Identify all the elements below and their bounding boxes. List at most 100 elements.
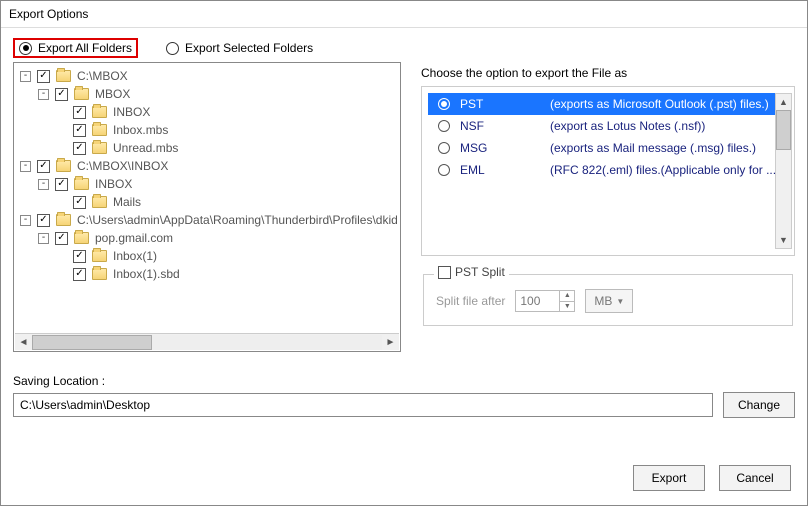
tree-item-label: pop.gmail.com xyxy=(95,231,173,245)
tree-checkbox[interactable] xyxy=(73,106,86,119)
radio-icon xyxy=(19,42,32,55)
export-selected-folders-radio[interactable]: Export Selected Folders xyxy=(160,38,319,58)
pst-split-group: PST Split Split file after 100 ▲ ▼ MB ▼ xyxy=(423,274,793,326)
tree-checkbox[interactable] xyxy=(73,124,86,137)
scroll-up-icon[interactable]: ▲ xyxy=(776,94,791,110)
format-name: NSF xyxy=(460,119,540,133)
collapse-icon[interactable]: - xyxy=(20,215,31,226)
scroll-right-icon[interactable]: ► xyxy=(382,335,399,350)
tree-checkbox[interactable] xyxy=(37,160,50,173)
tree-row[interactable]: Unread.mbs xyxy=(16,139,398,157)
export-selected-folders-label: Export Selected Folders xyxy=(185,41,313,55)
tree-item-label: INBOX xyxy=(113,105,150,119)
format-desc: (RFC 822(.eml) files.(Applicable only fo… xyxy=(550,163,782,177)
tree-row[interactable]: Inbox(1) xyxy=(16,247,398,265)
split-unit-label: MB xyxy=(594,294,612,308)
pst-split-legend-label: PST Split xyxy=(455,265,505,279)
format-option-nsf[interactable]: NSF (export as Lotus Notes (.nsf)) xyxy=(428,115,788,137)
radio-icon xyxy=(438,98,450,110)
tree-row[interactable]: INBOX xyxy=(16,103,398,121)
format-desc: (exports as Microsoft Outlook (.pst) fil… xyxy=(550,97,782,111)
folder-icon xyxy=(56,214,71,226)
format-option-eml[interactable]: EML (RFC 822(.eml) files.(Applicable only… xyxy=(428,159,788,181)
tree-checkbox[interactable] xyxy=(55,88,68,101)
folder-icon xyxy=(92,268,107,280)
format-list-box: PST(exports as Microsoft Outlook (.pst) … xyxy=(421,86,795,256)
tree-item-label: C:\Users\admin\AppData\Roaming\Thunderbi… xyxy=(77,213,398,227)
folder-icon xyxy=(56,160,71,172)
tree-row[interactable]: Mails xyxy=(16,193,398,211)
tree-item-label: Mails xyxy=(113,195,141,209)
folder-icon xyxy=(56,70,71,82)
split-file-after-label: Split file after xyxy=(436,294,505,308)
tree-checkbox[interactable] xyxy=(37,70,50,83)
tree-item-label: Unread.mbs xyxy=(113,141,178,155)
export-all-folders-radio[interactable]: Export All Folders xyxy=(13,38,138,58)
tree-item-label: Inbox.mbs xyxy=(113,123,168,137)
tree-row[interactable]: - C:\MBOX\INBOX xyxy=(16,157,398,175)
tree-item-label: Inbox(1) xyxy=(113,249,157,263)
scroll-down-icon[interactable]: ▼ xyxy=(776,232,791,248)
tree-horizontal-scrollbar[interactable]: ◄ ► xyxy=(15,333,399,350)
folder-icon xyxy=(92,142,107,154)
collapse-icon[interactable]: - xyxy=(38,89,49,100)
spin-down-icon[interactable]: ▼ xyxy=(560,302,574,312)
tree-checkbox[interactable] xyxy=(73,142,86,155)
format-desc: (exports as Mail message (.msg) files.) xyxy=(550,141,782,155)
collapse-icon[interactable]: - xyxy=(20,71,31,82)
collapse-icon[interactable]: - xyxy=(38,179,49,190)
tree-row[interactable]: - MBOX xyxy=(16,85,398,103)
format-name: MSG xyxy=(460,141,540,155)
tree-checkbox[interactable] xyxy=(55,232,68,245)
collapse-icon[interactable]: - xyxy=(38,233,49,244)
tree-row[interactable]: - pop.gmail.com xyxy=(16,229,398,247)
tree-item-label: C:\MBOX xyxy=(77,69,128,83)
format-desc: (export as Lotus Notes (.nsf)) xyxy=(550,119,782,133)
scroll-thumb[interactable] xyxy=(776,110,791,150)
tree-row[interactable]: - C:\MBOX xyxy=(16,67,398,85)
folder-icon xyxy=(74,232,89,244)
tree-item-label: Inbox(1).sbd xyxy=(113,267,180,281)
scroll-left-icon[interactable]: ◄ xyxy=(15,335,32,350)
window-title: Export Options xyxy=(1,1,807,28)
format-option-msg[interactable]: MSG (exports as Mail message (.msg) files… xyxy=(428,137,788,159)
saving-location-input[interactable] xyxy=(13,393,713,417)
format-name: EML xyxy=(460,163,540,177)
split-size-input[interactable]: 100 ▲ ▼ xyxy=(515,290,575,312)
tree-row[interactable]: -INBOX xyxy=(16,175,398,193)
radio-icon xyxy=(166,42,179,55)
folder-icon xyxy=(92,196,107,208)
tree-item-label: MBOX xyxy=(95,87,130,101)
tree-checkbox[interactable] xyxy=(37,214,50,227)
tree-checkbox[interactable] xyxy=(73,196,86,209)
tree-item-label: C:\MBOX\INBOX xyxy=(77,159,168,173)
tree-checkbox[interactable] xyxy=(73,250,86,263)
split-size-value: 100 xyxy=(520,294,540,308)
tree-checkbox[interactable] xyxy=(73,268,86,281)
radio-icon xyxy=(438,120,450,132)
format-vertical-scrollbar[interactable]: ▲ ▼ xyxy=(775,93,792,249)
split-unit-dropdown[interactable]: MB ▼ xyxy=(585,289,633,313)
tree-checkbox[interactable] xyxy=(55,178,68,191)
saving-location-label: Saving Location : xyxy=(13,374,795,388)
collapse-icon[interactable]: - xyxy=(20,161,31,172)
export-all-folders-label: Export All Folders xyxy=(38,41,132,55)
tree-row[interactable]: - C:\Users\admin\AppData\Roaming\Thunderb… xyxy=(16,211,398,229)
tree-row[interactable]: Inbox(1).sbd xyxy=(16,265,398,283)
change-button[interactable]: Change xyxy=(723,392,795,418)
pst-split-checkbox[interactable] xyxy=(438,266,451,279)
spin-up-icon[interactable]: ▲ xyxy=(560,291,574,302)
export-button[interactable]: Export xyxy=(633,465,705,491)
folder-icon xyxy=(92,250,107,262)
scroll-thumb[interactable] xyxy=(32,335,152,350)
cancel-button[interactable]: Cancel xyxy=(719,465,791,491)
radio-icon xyxy=(438,142,450,154)
format-option-pst[interactable]: PST(exports as Microsoft Outlook (.pst) … xyxy=(428,93,788,115)
export-scope-radio-group: Export All Folders Export Selected Folde… xyxy=(13,38,319,58)
folder-icon xyxy=(74,88,89,100)
folder-icon xyxy=(92,124,107,136)
chevron-down-icon: ▼ xyxy=(616,297,624,306)
tree-row[interactable]: Inbox.mbs xyxy=(16,121,398,139)
folder-tree[interactable]: - C:\MBOX - MBOX INBOX Inbox.mbs Unread.mbs - C:… xyxy=(13,62,401,352)
radio-icon xyxy=(438,164,450,176)
